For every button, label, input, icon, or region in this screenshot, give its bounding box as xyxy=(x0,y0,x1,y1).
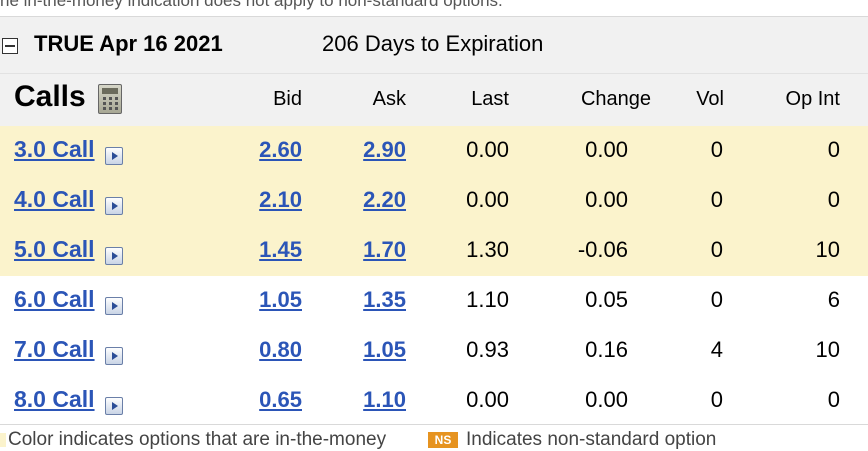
bid-link[interactable]: 2.10 xyxy=(259,187,302,213)
calculator-icon[interactable] xyxy=(98,84,122,114)
price-change: 0.16 xyxy=(585,337,628,362)
column-header-last: Last xyxy=(471,88,509,110)
bid-link[interactable]: 2.60 xyxy=(259,137,302,163)
option-row: 8.0 Call 0.65 1.10 0.00 0.00 0 0 xyxy=(0,376,868,426)
column-header-change: Change xyxy=(580,88,651,110)
last-price: 0.00 xyxy=(466,187,509,212)
price-change: 0.00 xyxy=(585,137,628,162)
volume: 0 xyxy=(710,137,723,162)
row-menu-icon[interactable] xyxy=(105,347,123,365)
row-menu-icon[interactable] xyxy=(105,397,123,415)
ask-link[interactable]: 2.20 xyxy=(363,187,406,213)
price-change: 0.05 xyxy=(585,287,628,312)
price-change: 0.00 xyxy=(585,187,628,212)
strike-link[interactable]: 7.0 Call xyxy=(14,336,95,363)
column-header-row xyxy=(0,73,868,126)
itm-color-swatch xyxy=(0,433,6,447)
bid-link[interactable]: 0.80 xyxy=(259,337,302,363)
open-interest: 10 xyxy=(815,337,840,362)
ask-link[interactable]: 1.70 xyxy=(363,237,406,263)
option-row: 7.0 Call 0.80 1.05 0.93 0.16 4 10 xyxy=(0,326,868,376)
days-to-expiration: 206 Days to Expiration xyxy=(322,31,544,56)
strike-link[interactable]: 5.0 Call xyxy=(14,236,95,263)
strike-link[interactable]: 3.0 Call xyxy=(14,136,95,163)
row-menu-icon[interactable] xyxy=(105,247,123,265)
last-price: 0.00 xyxy=(466,387,509,412)
volume: 0 xyxy=(710,287,723,312)
row-menu-icon[interactable] xyxy=(105,297,123,315)
option-row: 4.0 Call 2.10 2.20 0.00 0.00 0 0 xyxy=(0,176,868,226)
row-menu-icon[interactable] xyxy=(105,197,123,215)
open-interest: 0 xyxy=(827,137,840,162)
divider xyxy=(0,424,868,425)
open-interest: 0 xyxy=(827,387,840,412)
last-price: 1.30 xyxy=(466,237,509,262)
ask-link[interactable]: 1.35 xyxy=(363,287,406,313)
open-interest: 0 xyxy=(827,187,840,212)
ask-link[interactable]: 1.10 xyxy=(363,387,406,413)
strike-link[interactable]: 4.0 Call xyxy=(14,186,95,213)
open-interest: 10 xyxy=(815,237,840,262)
calls-title: Calls xyxy=(14,80,86,113)
volume: 0 xyxy=(710,387,723,412)
ask-link[interactable]: 2.90 xyxy=(363,137,406,163)
bid-link[interactable]: 1.45 xyxy=(259,237,302,263)
column-header-ask: Ask xyxy=(372,88,406,110)
option-row: 3.0 Call 2.60 2.90 0.00 0.00 0 0 xyxy=(0,126,868,176)
last-price: 0.93 xyxy=(466,337,509,362)
row-menu-icon[interactable] xyxy=(105,147,123,165)
collapse-icon[interactable] xyxy=(2,38,18,54)
column-header-vol: Vol xyxy=(696,88,724,110)
price-change: -0.06 xyxy=(577,237,628,262)
price-change: 0.00 xyxy=(585,387,628,412)
expiration-title: TRUE Apr 16 2021 xyxy=(34,31,223,56)
top-note: he in-the-money indication does not appl… xyxy=(0,0,503,10)
option-row: 5.0 Call 1.45 1.70 1.30 -0.06 0 10 xyxy=(0,226,868,276)
volume: 0 xyxy=(710,237,723,262)
ns-badge: NS xyxy=(428,432,458,448)
ask-link[interactable]: 1.05 xyxy=(363,337,406,363)
bid-link[interactable]: 1.05 xyxy=(259,287,302,313)
open-interest: 6 xyxy=(827,287,840,312)
strike-link[interactable]: 6.0 Call xyxy=(14,286,95,313)
volume: 4 xyxy=(710,337,723,362)
volume: 0 xyxy=(710,187,723,212)
column-header-bid: Bid xyxy=(273,88,302,110)
last-price: 0.00 xyxy=(466,137,509,162)
strike-link[interactable]: 8.0 Call xyxy=(14,386,95,413)
column-header-op-int: Op Int xyxy=(785,88,840,110)
bid-link[interactable]: 0.65 xyxy=(259,387,302,413)
option-row: 6.0 Call 1.05 1.35 1.10 0.05 0 6 xyxy=(0,276,868,326)
last-price: 1.10 xyxy=(466,287,509,312)
